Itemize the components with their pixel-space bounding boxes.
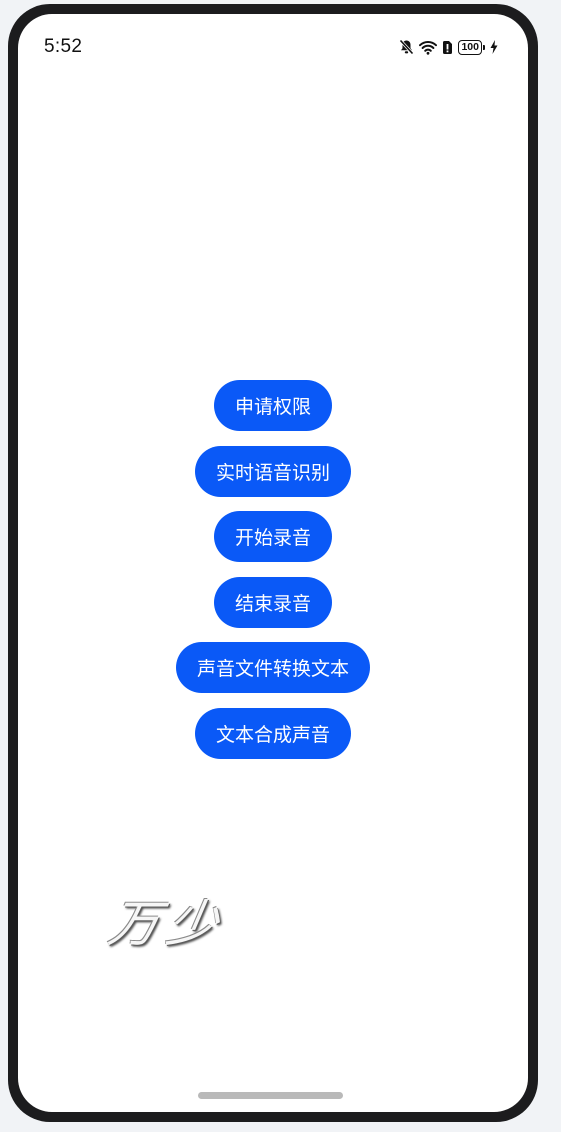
charging-icon: [490, 40, 498, 54]
status-time: 5:52: [44, 36, 83, 57]
sim-icon: [442, 40, 453, 55]
text-to-speech-button[interactable]: 文本合成声音: [194, 707, 351, 759]
request-permission-button[interactable]: 申请权限: [213, 380, 332, 431]
realtime-speech-recognition-button[interactable]: 实时语音识别: [194, 445, 351, 497]
battery-icon: 100: [458, 39, 485, 55]
app-screen: 5:52 100 申请权限 实时语音识别 开始录音 结束录音 声音文件转换文本 …: [18, 14, 528, 1112]
device-frame: 5:52 100 申请权限 实时语音识别 开始录音 结束录音 声音文件转换文本 …: [8, 4, 538, 1122]
start-recording-button[interactable]: 开始录音: [213, 511, 332, 562]
stop-recording-button[interactable]: 结束录音: [213, 576, 332, 628]
battery-level: 100: [458, 39, 482, 55]
status-icons: 100: [399, 38, 498, 56]
audio-file-to-text-button[interactable]: 声音文件转换文本: [175, 642, 370, 693]
bell-off-icon: [399, 39, 415, 55]
wifi-icon: [419, 40, 438, 55]
signature-watermark: 万少: [104, 895, 231, 953]
status-bar: 5:52 100: [18, 14, 528, 64]
action-button-list: 申请权限 实时语音识别 开始录音 结束录音 声音文件转换文本 文本合成声音: [18, 380, 528, 773]
home-indicator[interactable]: [198, 1092, 343, 1099]
